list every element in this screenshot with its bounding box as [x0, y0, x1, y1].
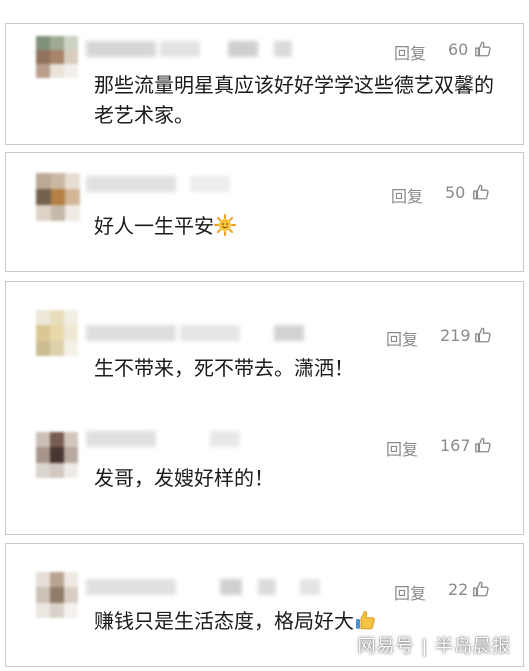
- comment-card-2: 回复 50 好人一生平安: [5, 152, 524, 272]
- watermark: 网易号 | 半岛晨报: [357, 636, 511, 657]
- avatar[interactable]: [36, 572, 78, 618]
- reply-button[interactable]: 回复: [394, 580, 426, 604]
- like-count: 50: [445, 183, 466, 202]
- thumbs-up-icon[interactable]: [474, 326, 492, 344]
- comment-card-1: 回复 60 那些流量明星真应该好好学学这些德艺双馨的老艺术家。: [5, 23, 524, 145]
- comment-card-3: 回复 219 生不带来，死不带去。潇洒！ 回复 167 发哥，发嫂好样的！: [5, 281, 524, 535]
- comment-text-body: 好人一生平安: [94, 214, 214, 238]
- reply-button[interactable]: 回复: [394, 40, 426, 64]
- comment-text-body: 赚钱只是生活态度，格局好大: [94, 609, 354, 633]
- comment-text: 生不带来，死不带去。潇洒！: [94, 356, 354, 380]
- like-count: 167: [440, 436, 471, 455]
- avatar[interactable]: [36, 310, 78, 356]
- thumbs-up-icon[interactable]: [472, 183, 490, 201]
- avatar[interactable]: [36, 432, 78, 478]
- avatar[interactable]: [36, 36, 78, 78]
- comment-text: 那些流量明星真应该好好学学这些德艺双馨的老艺术家。: [94, 73, 494, 127]
- avatar[interactable]: [36, 173, 80, 221]
- username[interactable]: [86, 578, 320, 596]
- like-count: 22: [448, 580, 469, 599]
- thumbs-up-icon[interactable]: [474, 436, 492, 454]
- username[interactable]: [86, 324, 304, 342]
- comment-text: 发哥，发嫂好样的！: [94, 466, 274, 490]
- reply-button[interactable]: 回复: [386, 436, 418, 460]
- reply-button[interactable]: 回复: [386, 326, 418, 350]
- thumbs-up-icon[interactable]: [474, 40, 492, 58]
- thumbs-up-icon[interactable]: [472, 580, 490, 598]
- username[interactable]: [86, 40, 292, 58]
- comment-card-4: 回复 22 赚钱只是生活态度，格局好大 网易号 | 半岛晨报: [5, 543, 524, 667]
- like-count: 219: [440, 326, 471, 345]
- username[interactable]: [86, 175, 230, 193]
- thumbs-up-emoji: [356, 610, 375, 630]
- like-count: 60: [448, 40, 469, 59]
- reply-button[interactable]: 回复: [391, 183, 423, 207]
- comment-text: 好人一生平安: [94, 211, 503, 241]
- sun-emoji: [214, 214, 236, 236]
- username[interactable]: [86, 430, 240, 448]
